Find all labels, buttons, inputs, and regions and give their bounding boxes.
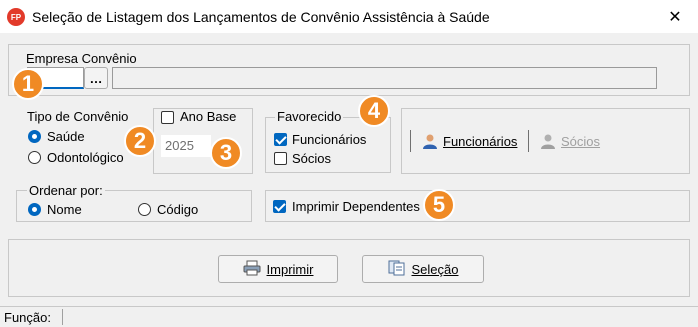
favorecido-funcionarios-checkbox[interactable] xyxy=(274,133,287,146)
tab-socios[interactable]: Sócios xyxy=(540,133,600,149)
tab-divider-left xyxy=(410,130,411,152)
ordenar-codigo-radio[interactable] xyxy=(138,203,151,216)
empresa-name-field xyxy=(112,67,657,89)
documents-icon xyxy=(388,260,406,279)
favorecido-group-label: Favorecido xyxy=(275,109,344,124)
ano-input[interactable]: 2025 xyxy=(161,135,211,157)
tab-funcionarios[interactable]: Funcionários xyxy=(422,133,517,149)
ordenar-nome-radio[interactable] xyxy=(28,203,41,216)
window-title: Seleção de Listagem dos Lançamentos de C… xyxy=(32,9,490,25)
ordenar-nome-label[interactable]: Nome xyxy=(47,202,82,217)
dependentes-label[interactable]: Imprimir Dependentes xyxy=(292,199,420,214)
tab-socios-label: Sócios xyxy=(561,133,601,149)
dialog-window: FP Seleção de Listagem dos Lançamentos d… xyxy=(0,0,698,327)
ordenar-group-label: Ordenar por: xyxy=(27,183,105,198)
callout-badge-2: 2 xyxy=(124,125,156,157)
ellipsis-icon: … xyxy=(89,70,103,86)
status-divider xyxy=(62,309,63,325)
empresa-group-label: Empresa Convênio xyxy=(26,51,137,66)
favorecido-socios-checkbox[interactable] xyxy=(274,152,287,165)
tab-funcionarios-label: Funcionários xyxy=(443,133,518,149)
callout-badge-5: 5 xyxy=(423,189,455,221)
actions-panel xyxy=(8,239,690,297)
ano-base-checkbox[interactable] xyxy=(161,111,174,124)
tab-divider-mid xyxy=(528,130,529,152)
empresa-browse-button[interactable]: … xyxy=(84,67,108,89)
callout-badge-1: 1 xyxy=(12,68,44,100)
person-gray-icon xyxy=(540,133,556,149)
imprimir-label: Imprimir xyxy=(266,261,314,277)
status-bar: Função: xyxy=(0,306,698,327)
dependentes-checkbox[interactable] xyxy=(273,200,286,213)
printer-icon xyxy=(243,260,261,279)
title-bar: FP Seleção de Listagem dos Lançamentos d… xyxy=(0,0,698,33)
close-button[interactable]: ✕ xyxy=(652,0,698,33)
status-funcao-label: Função: xyxy=(4,310,51,325)
selecao-label: Seleção xyxy=(411,261,459,277)
app-icon: FP xyxy=(7,8,25,26)
person-icon xyxy=(422,133,438,149)
tipo-odonto-radio[interactable] xyxy=(28,151,41,164)
imprimir-button[interactable]: Imprimir xyxy=(218,255,338,283)
ordenar-codigo-label[interactable]: Código xyxy=(157,202,198,217)
callout-badge-3: 3 xyxy=(210,137,242,169)
tipo-odonto-label[interactable]: Odontológico xyxy=(47,150,124,165)
callout-badge-4: 4 xyxy=(358,95,390,127)
tipo-group-label: Tipo de Convênio xyxy=(27,109,129,124)
ano-base-label[interactable]: Ano Base xyxy=(180,109,236,124)
tipo-saude-label[interactable]: Saúde xyxy=(47,129,85,144)
favorecido-funcionarios-label[interactable]: Funcionários xyxy=(292,132,366,147)
favorecido-socios-label[interactable]: Sócios xyxy=(292,151,331,166)
tipo-saude-radio[interactable] xyxy=(28,130,41,143)
selecao-button[interactable]: Seleção xyxy=(362,255,484,283)
